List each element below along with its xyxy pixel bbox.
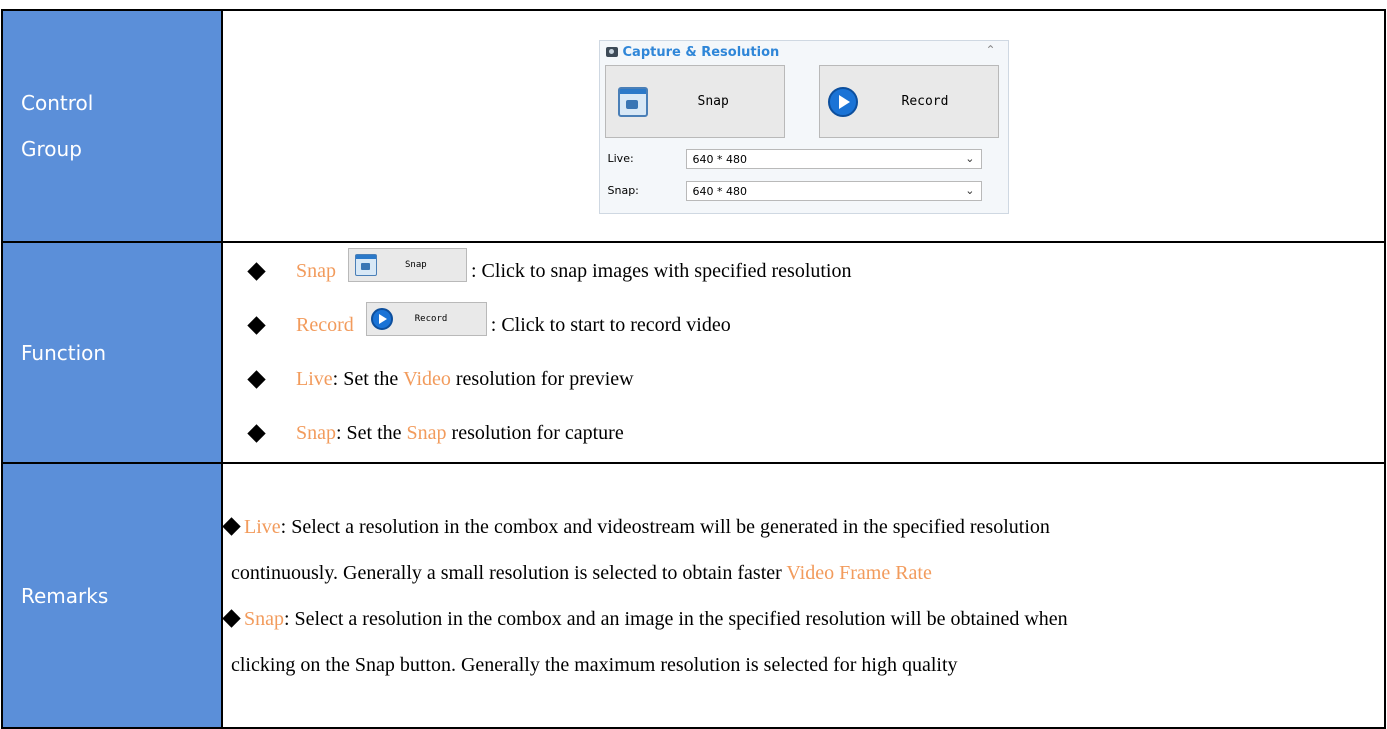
snap-button-label: Snap [697,94,729,109]
function-item-snap-resolution: Snap: Set the Snap resolution for captur… [223,407,1384,461]
documentation-table: Control Group Capture & Resolution ⌃ Sna… [1,9,1386,729]
record-button-label: Record [414,313,448,324]
snap-button[interactable]: Snap [604,65,785,138]
camera-icon [605,47,618,57]
remark-line: clicking on the Snap button. Generally t… [223,642,1384,688]
live-label: Live: [607,152,634,165]
remark-text: continuously. Generally a small resoluti… [231,561,787,584]
function-item-snap: Snap Snap : Click to snap images with sp… [223,245,1384,299]
remark-live: Live: Select a resolution in the combox … [222,504,1384,596]
function-row: Function Snap Snap : Click to snap image… [1,241,1386,464]
live-resolution-select[interactable]: 640 * 480 ⌄ [685,149,982,169]
snap-resolution-select[interactable]: 640 * 480 ⌄ [685,181,982,201]
double-chevron-up-icon[interactable]: ⌃ [985,43,995,57]
live-resolution-value: 640 * 480 [692,152,747,166]
function-term2: Snap [406,422,447,444]
remark-snap: Snap: Select a resolution in the combox … [222,596,1384,688]
remark-line: continuously. Generally a small resoluti… [223,550,1384,596]
remark-text: : Select a resolution in the combox and … [284,607,1068,630]
function-text: : Set the [336,422,407,444]
diamond-bullet-icon [247,370,266,389]
chevron-down-icon: ⌄ [965,152,975,165]
control-group-row: Control Group Capture & Resolution ⌃ Sna… [1,9,1386,243]
remark-term2: Video Frame Rate [786,561,932,584]
remark-text: : Select a resolution in the combox and … [280,515,1050,538]
function-label: Function [1,241,223,464]
remark-text: clicking on the Snap button. Generally t… [231,653,958,676]
remark-term: Snap [244,607,284,630]
function-term2: Video [403,368,451,390]
chevron-down-icon: ⌄ [965,184,975,197]
function-text: : Click to snap images with specified re… [471,260,852,282]
snap-camera-icon [617,86,648,117]
snap-label: Snap: [607,184,639,197]
remark-term: Live [244,515,281,538]
remarks-label: Remarks [1,462,223,729]
snap-resolution-value: 640 * 480 [692,184,747,198]
record-button[interactable]: Record [818,65,999,138]
snap-button-label: Snap [405,259,427,270]
snap-camera-icon [355,253,377,276]
record-button-label: Record [901,94,949,109]
remarks-content: Live: Select a resolution in the combox … [221,462,1386,729]
diamond-bullet-icon [222,516,241,536]
control-group-content: Capture & Resolution ⌃ Snap Record Live:… [221,9,1386,243]
function-content: Snap Snap : Click to snap images with sp… [221,241,1386,464]
play-icon [370,307,393,330]
snap-button-image: Snap [348,247,467,282]
function-term: Record [296,314,354,336]
function-list: Snap Snap : Click to snap images with sp… [223,245,1384,461]
play-icon [827,86,858,117]
diamond-bullet-icon [247,316,266,335]
control-label-line1: Control [21,91,94,115]
panel-title: Capture & Resolution [622,44,780,60]
function-term: Snap [296,422,336,444]
function-text: resolution for preview [450,368,634,390]
function-text: : Click to start to record video [490,314,731,336]
function-item-record: Record Record : Click to start to record… [223,299,1384,353]
control-group-label: Control Group [1,9,223,243]
diamond-bullet-icon [247,262,266,281]
function-text: resolution for capture [446,422,624,444]
control-label-line2: Group [21,137,82,161]
function-term: Snap [296,260,336,282]
remarks-row: Remarks Live: Select a resolution in the… [1,462,1386,729]
diamond-bullet-icon [222,608,241,628]
record-button-image: Record [365,301,487,336]
function-text: : Set the [332,368,404,390]
function-item-live: Live: Set the Video resolution for previ… [223,353,1384,407]
diamond-bullet-icon [247,424,266,443]
capture-resolution-panel: Capture & Resolution ⌃ Snap Record Live:… [598,40,1009,214]
function-term: Live [296,368,333,390]
panel-header[interactable]: Capture & Resolution ⌃ [600,41,1008,63]
